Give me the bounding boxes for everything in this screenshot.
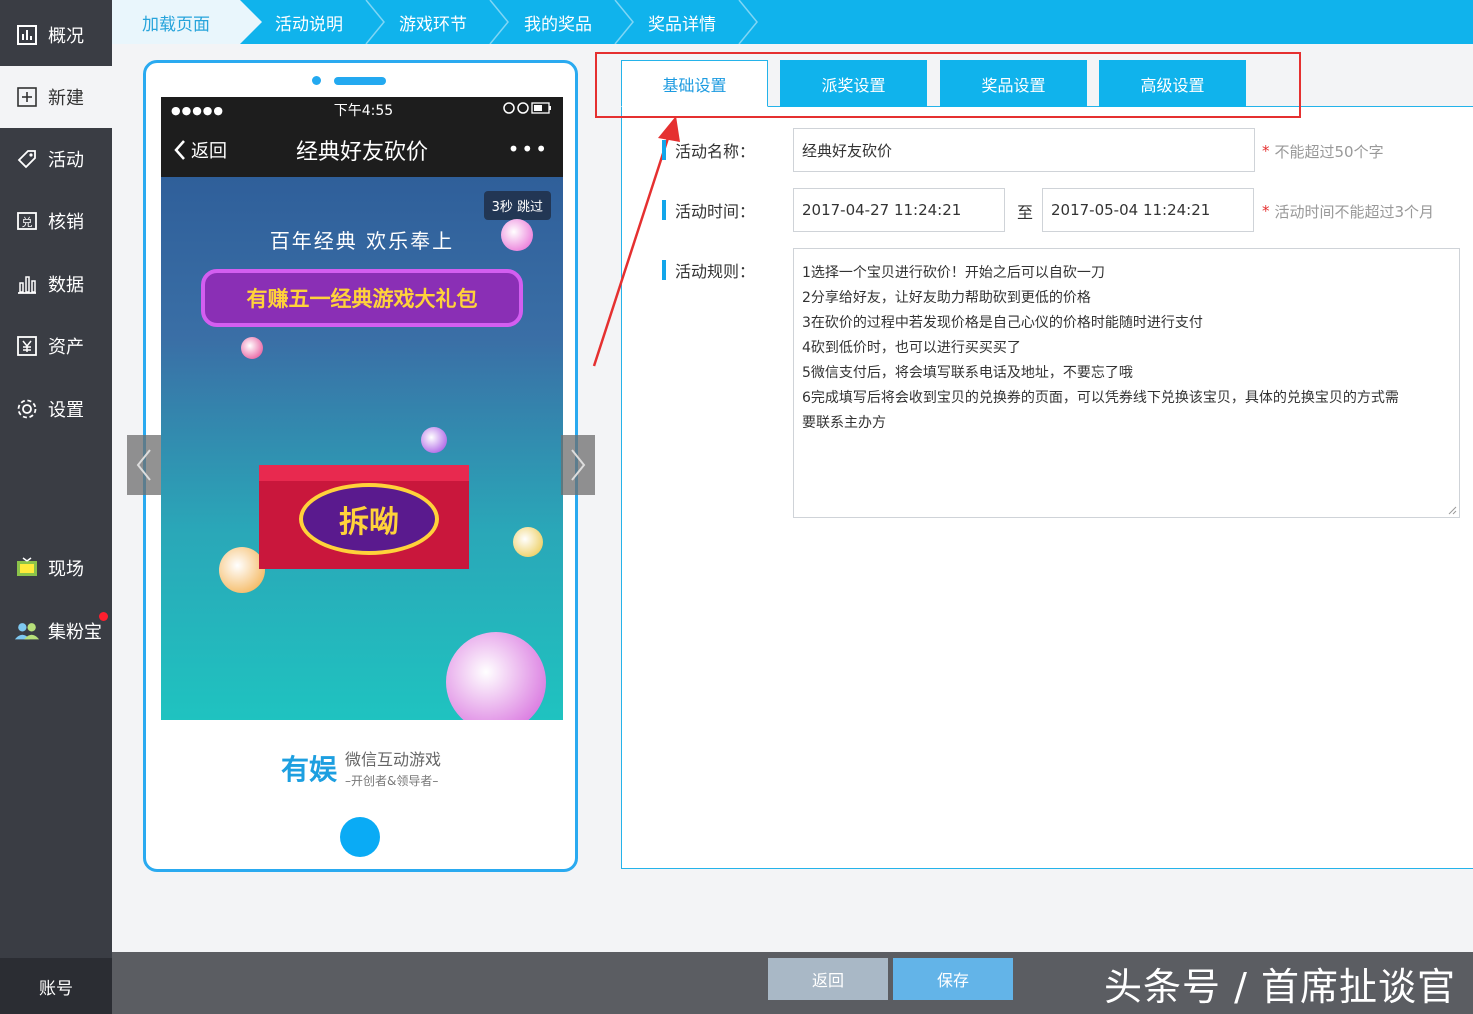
activity-name-label: 活动名称：	[662, 139, 755, 161]
sidebar-item-label: 集粉宝	[48, 622, 102, 643]
skip-button[interactable]: 3秒 跳过	[483, 191, 551, 220]
decor-ball	[501, 219, 533, 251]
annotation-highlight-box	[595, 52, 1301, 118]
preview-next-button[interactable]	[561, 435, 595, 495]
logo-subtext: –开创者&领导者–	[345, 774, 439, 788]
sidebar-item-settings[interactable]: 设置	[0, 378, 112, 440]
start-time-input[interactable]: 2017-04-27 11:24:21	[793, 188, 1005, 232]
activity-rules-label: 活动规则：	[662, 259, 755, 281]
step-prize-details[interactable]: 奖品详情	[648, 0, 716, 44]
activity-time-label: 活动时间：	[662, 199, 755, 221]
phone-title-bar: 返回 经典好友砍价 •••	[161, 123, 563, 177]
step-separator-icon	[614, 0, 634, 44]
watermark-text: 头条号 / 首席扯谈官	[1104, 965, 1456, 1009]
sidebar-item-live[interactable]: 现场	[0, 537, 112, 599]
sidebar-item-label: 现场	[48, 559, 84, 580]
open-gift-button[interactable]: 拆呦	[299, 483, 439, 555]
redeem-icon: 兑	[14, 208, 40, 234]
phone-back-button[interactable]: 返回	[173, 123, 227, 177]
sidebar-item-label: 概况	[48, 26, 84, 47]
chevron-left-icon	[174, 140, 185, 160]
resize-handle-icon[interactable]	[1447, 505, 1457, 515]
step-separator-icon	[489, 0, 509, 44]
decor-ball	[421, 427, 447, 453]
step-activity-description[interactable]: 活动说明	[275, 0, 343, 44]
phone-preview: ●●●●● 下午4:55 返回 经典好友砍价 ••• 3秒 跳过 百年经典 欢乐…	[143, 60, 578, 872]
chevron-right-icon	[571, 449, 586, 481]
splash-banner: 有赚五一经典游戏大礼包	[201, 269, 523, 327]
screen-icon	[14, 555, 40, 581]
signal-dots: ●●●●●	[171, 103, 224, 117]
sidebar-item-label: 核销	[48, 212, 84, 233]
rule-line: 4砍到低价时，也可以进行买买买了	[802, 340, 1021, 356]
step-separator-icon	[365, 0, 385, 44]
step-my-prizes[interactable]: 我的奖品	[524, 0, 592, 44]
phone-camera	[312, 76, 321, 85]
sidebar-item-label: 资产	[48, 337, 84, 358]
chart-icon	[14, 22, 40, 48]
step-separator-icon	[738, 0, 758, 44]
sidebar-item-label: 活动	[48, 150, 84, 171]
decor-ball	[513, 527, 543, 557]
gear-icon	[14, 396, 40, 422]
users-icon	[14, 618, 40, 644]
rule-line: 要联系主办方	[802, 415, 886, 431]
activity-name-input[interactable]: 经典好友砍价	[793, 128, 1255, 172]
sidebar-item-activity[interactable]: 活动	[0, 128, 112, 190]
phone-status-bar: ●●●●● 下午4:55	[161, 97, 563, 123]
account-button[interactable]: 账号	[0, 958, 112, 1014]
rule-line: 2分享给好友，让好友助力帮助砍到更低的价格	[802, 290, 1091, 306]
save-button[interactable]: 保存	[893, 958, 1013, 1000]
rule-line: 6完成填写后将会收到宝贝的兑换券的页面，可以凭券线下兑换该宝贝，具体的兑换宝贝的…	[802, 390, 1399, 406]
step-game-stage[interactable]: 游戏环节	[399, 0, 467, 44]
sidebar-item-label: 新建	[48, 88, 84, 109]
logo-text: 微信互动游戏	[345, 750, 442, 769]
activity-rules-textarea[interactable]: 1选择一个宝贝进行砍价！开始之后可以自砍一刀 2分享给好友，让好友助力帮助砍到更…	[793, 248, 1460, 518]
chevron-left-icon	[136, 449, 151, 481]
phone-back-label: 返回	[191, 141, 227, 162]
activity-name-hint: * 不能超过50个字	[1262, 142, 1384, 161]
more-icon[interactable]: •••	[508, 137, 549, 161]
preview-prev-button[interactable]	[127, 435, 161, 495]
phone-screen: ●●●●● 下午4:55 返回 经典好友砍价 ••• 3秒 跳过 百年经典 欢乐…	[161, 97, 563, 720]
rule-line: 3在砍价的过程中若发现价格是自己心仪的价格时能随时进行支付	[802, 315, 1203, 331]
phone-speaker	[334, 77, 386, 85]
sidebar: 概况 新建 活动 兑 核销 数据 资产 设置 现场 集粉宝 账号	[0, 0, 112, 1014]
svg-text:兑: 兑	[22, 215, 33, 229]
end-time-input[interactable]: 2017-05-04 11:24:21	[1042, 188, 1254, 232]
back-button[interactable]: 返回	[768, 958, 888, 1000]
bar-chart-icon	[14, 271, 40, 297]
time-range-separator: 至	[1017, 203, 1034, 222]
rule-line: 5微信支付后，将会填写联系电话及地址，不要忘了哦	[802, 365, 1133, 381]
tag-icon	[14, 146, 40, 172]
sidebar-item-label: 设置	[48, 400, 84, 421]
decor-ball	[241, 337, 263, 359]
notification-dot	[99, 612, 108, 621]
sidebar-item-data[interactable]: 数据	[0, 253, 112, 315]
step-loading-page[interactable]: 加载页面	[112, 0, 262, 44]
sidebar-item-label: 数据	[48, 275, 84, 296]
decor-ball	[446, 632, 546, 720]
phone-home-button[interactable]	[340, 817, 380, 857]
sidebar-item-overview[interactable]: 概况	[0, 4, 112, 66]
plus-icon	[14, 84, 40, 110]
game-splash: 3秒 跳过 百年经典 欢乐奉上 有赚五一经典游戏大礼包 拆呦	[161, 177, 563, 720]
rule-line: 1选择一个宝贝进行砍价！开始之后可以自砍一刀	[802, 265, 1105, 281]
yen-icon	[14, 333, 40, 359]
sidebar-item-redeem[interactable]: 兑 核销	[0, 190, 112, 252]
battery-icon	[503, 101, 553, 119]
sidebar-item-fans[interactable]: 集粉宝	[0, 600, 112, 662]
status-time: 下午4:55	[333, 103, 394, 119]
brand-logo: 有娱 微信互动游戏 –开创者&领导者–	[281, 746, 441, 789]
sidebar-item-assets[interactable]: 资产	[0, 315, 112, 377]
sidebar-item-new[interactable]: 新建	[0, 66, 112, 128]
logo-mark: 有娱	[281, 752, 338, 786]
step-breadcrumb: 加载页面 活动说明 游戏环节 我的奖品 奖品详情	[112, 0, 1473, 44]
activity-time-hint: * 活动时间不能超过3个月	[1262, 202, 1435, 221]
